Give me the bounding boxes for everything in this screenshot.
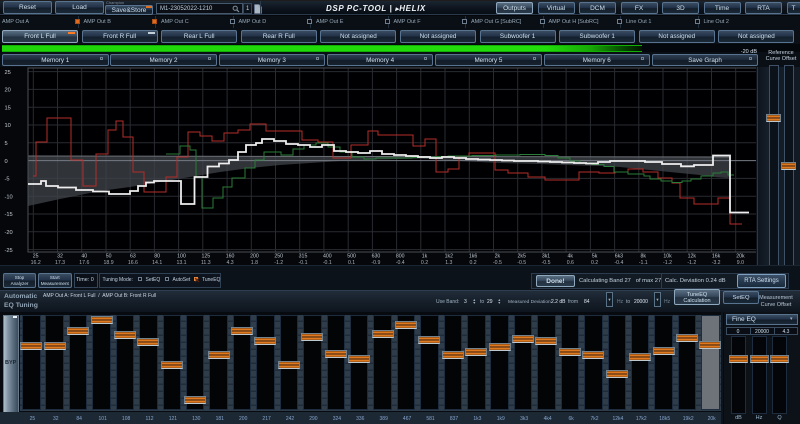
svg-text:2k5: 2k5 <box>518 254 526 260</box>
svg-text:10k: 10k <box>663 254 672 260</box>
svg-text:5: 5 <box>5 141 8 147</box>
svg-text:20: 20 <box>5 88 11 94</box>
svg-text:50: 50 <box>106 254 112 260</box>
svg-text:80: 80 <box>154 254 160 260</box>
svg-text:12k: 12k <box>688 254 697 260</box>
svg-text:200: 200 <box>250 254 259 260</box>
svg-text:-10: -10 <box>5 194 13 200</box>
svg-text:32: 32 <box>57 254 63 260</box>
svg-text:15: 15 <box>5 105 11 111</box>
svg-text:5k: 5k <box>592 254 598 260</box>
svg-text:315: 315 <box>299 254 308 260</box>
svg-text:25: 25 <box>5 70 11 76</box>
svg-text:1k: 1k <box>422 254 428 260</box>
svg-text:20k: 20k <box>736 254 745 260</box>
svg-text:160: 160 <box>226 254 235 260</box>
svg-text:800: 800 <box>396 254 405 260</box>
svg-text:100: 100 <box>177 254 186 260</box>
svg-text:2k: 2k <box>495 254 501 260</box>
svg-text:1k2: 1k2 <box>445 254 453 260</box>
svg-text:25: 25 <box>33 254 39 260</box>
svg-text:-5: -5 <box>5 177 10 183</box>
svg-text:-15: -15 <box>5 212 13 218</box>
svg-text:63: 63 <box>130 254 136 260</box>
svg-text:-20: -20 <box>5 230 13 236</box>
svg-text:630: 630 <box>372 254 381 260</box>
svg-text:10: 10 <box>5 123 11 129</box>
svg-text:1k6: 1k6 <box>469 254 477 260</box>
svg-text:4k: 4k <box>568 254 574 260</box>
svg-text:16k: 16k <box>712 254 721 260</box>
svg-text:400: 400 <box>323 254 332 260</box>
svg-text:0: 0 <box>5 159 8 165</box>
svg-text:250: 250 <box>274 254 283 260</box>
svg-text:8k: 8k <box>640 254 646 260</box>
svg-text:6k3: 6k3 <box>615 254 623 260</box>
svg-text:125: 125 <box>201 254 210 260</box>
svg-text:3k1: 3k1 <box>542 254 550 260</box>
svg-text:500: 500 <box>347 254 356 260</box>
svg-text:-25: -25 <box>5 248 13 254</box>
svg-text:40: 40 <box>81 254 87 260</box>
